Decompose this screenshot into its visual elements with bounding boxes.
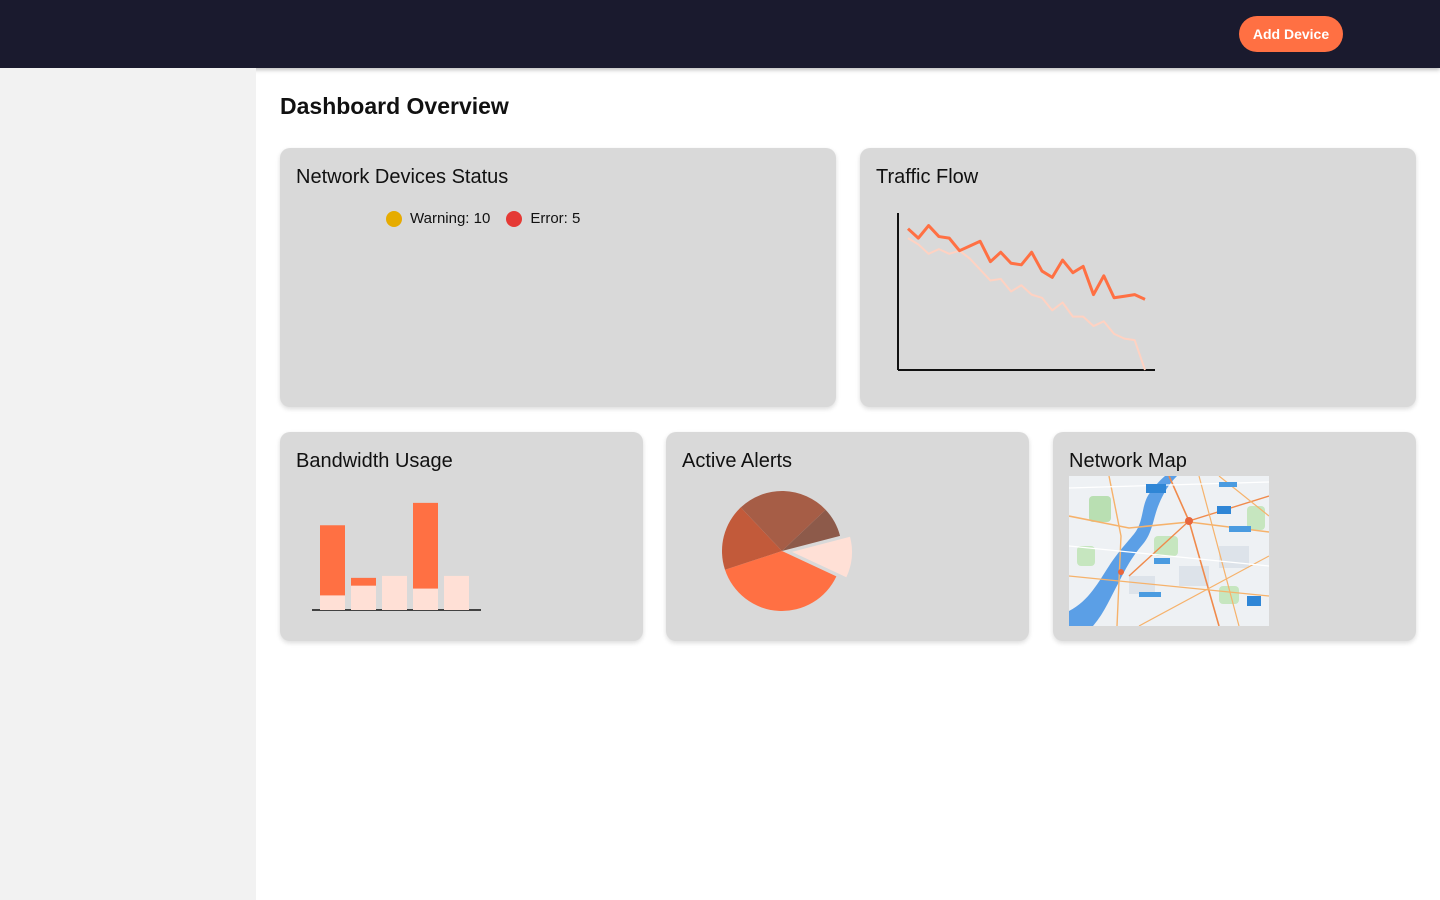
card-title: Network Map: [1069, 450, 1187, 472]
active-alerts-card: Active Alerts: [666, 432, 1029, 641]
bandwidth-bar-3-segment-1: [382, 575, 407, 610]
bandwidth-bar-2-segment-2: [351, 577, 376, 586]
add-device-button[interactable]: Add Device: [1239, 16, 1343, 52]
legend-item-warning: Warning: 10: [386, 210, 490, 227]
legend-label-warning: Warning: 10: [410, 210, 491, 227]
traffic-series-1-line: [906, 224, 1146, 301]
bandwidth-usage-chart: [312, 502, 481, 611]
legend-label-error: Error: 5: [530, 210, 581, 227]
bandwidth-bar-4-segment-2: [413, 502, 438, 589]
bandwidth-bar-5-segment-1: [444, 575, 469, 610]
card-title: Network Devices Status: [296, 166, 509, 188]
bandwidth-bar-2-segment-1: [351, 585, 376, 610]
bandwidth-bar-1-segment-1: [320, 595, 345, 610]
traffic-flow-chart: [897, 213, 1155, 371]
sidebar: [0, 68, 256, 900]
top-bar: Add Device: [0, 0, 1440, 68]
network-map[interactable]: [1069, 476, 1269, 626]
warning-dot-icon: [386, 210, 402, 227]
network-map-image: [1069, 476, 1269, 626]
network-devices-status-card: Network Devices Status Warning: 10 Error…: [280, 148, 836, 407]
status-legend: Warning: 10 Error: 5: [386, 210, 596, 227]
legend-item-error: Error: 5: [506, 210, 580, 227]
active-alerts-chart: [722, 491, 852, 611]
bandwidth-bar-4-segment-1: [413, 588, 438, 610]
page-title: Dashboard Overview: [280, 93, 509, 119]
error-dot-icon: [506, 210, 523, 227]
bandwidth-bar-1-segment-2: [320, 525, 345, 596]
bandwidth-usage-card: Bandwidth Usage: [280, 432, 643, 641]
network-map-card: Network Map: [1053, 432, 1416, 641]
traffic-flow-card: Traffic Flow: [860, 148, 1416, 407]
